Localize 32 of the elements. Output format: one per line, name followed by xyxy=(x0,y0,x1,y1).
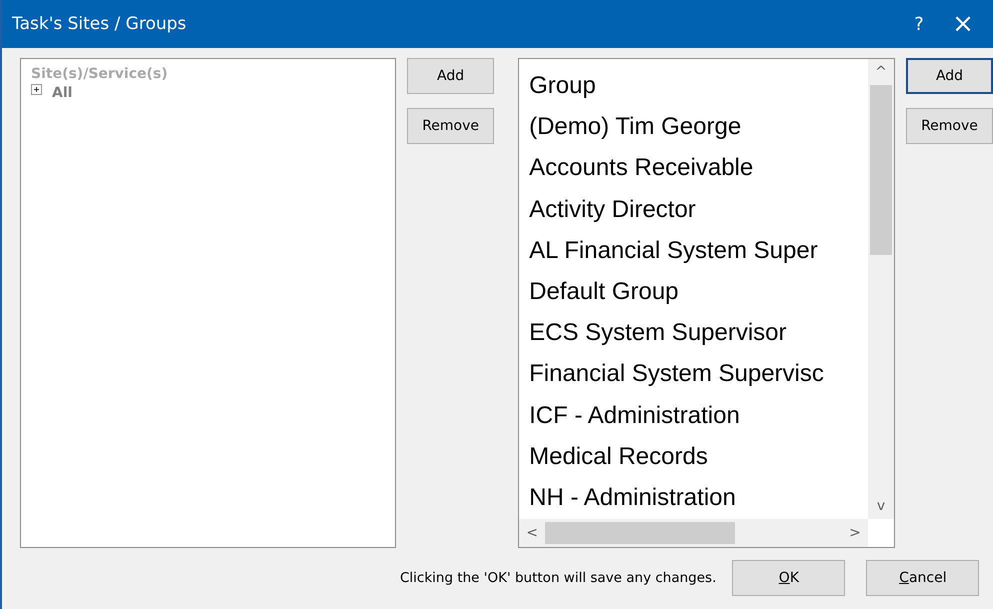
list-item[interactable]: ECS System Supervisor xyxy=(529,312,868,354)
list-item[interactable]: Financial System Supervisc xyxy=(529,353,868,395)
add-button[interactable]: Add xyxy=(906,58,993,94)
ok-button[interactable]: OK xyxy=(732,560,846,596)
scroll-right-button[interactable]: > xyxy=(842,520,868,546)
vertical-scrollbar[interactable]: ^ v xyxy=(868,59,894,519)
remove-button[interactable]: Remove xyxy=(906,108,993,144)
cancel-button[interactable]: Cancel xyxy=(866,560,980,596)
expand-icon[interactable] xyxy=(31,84,42,95)
scroll-up-button[interactable]: ^ xyxy=(868,59,894,85)
scroll-thumb[interactable] xyxy=(545,522,736,544)
remove-button[interactable]: Remove xyxy=(407,108,494,144)
tree-header: Site(s)/Service(s) xyxy=(31,66,169,82)
list-item[interactable]: NH - Administration xyxy=(529,477,868,518)
scroll-down-button[interactable]: v xyxy=(868,493,894,519)
list-item[interactable]: Medical Records xyxy=(529,436,868,478)
tree-item[interactable]: All xyxy=(52,84,72,100)
list-item[interactable]: AL Financial System Super xyxy=(529,230,868,272)
window-title: Task's Sites / Groups xyxy=(12,14,188,34)
list-item[interactable]: ICF - Administration xyxy=(529,394,868,436)
list-item[interactable]: Activity Director xyxy=(529,188,868,230)
help-button[interactable]: ? xyxy=(897,14,941,34)
footer-note: Clicking the 'OK' button will save any changes. xyxy=(400,570,716,586)
list-item[interactable]: Default Group xyxy=(529,271,868,312)
list-item[interactable]: Group xyxy=(529,65,868,106)
horizontal-scrollbar[interactable]: < > xyxy=(519,519,868,547)
list-item[interactable]: (Demo) Tim George xyxy=(529,106,868,148)
scroll-thumb[interactable] xyxy=(870,85,892,255)
scroll-left-button[interactable]: < xyxy=(519,520,546,546)
list-item[interactable]: Accounts Receivable xyxy=(529,147,868,189)
close-button[interactable]: × xyxy=(941,9,985,39)
add-button[interactable]: Add xyxy=(407,58,494,94)
